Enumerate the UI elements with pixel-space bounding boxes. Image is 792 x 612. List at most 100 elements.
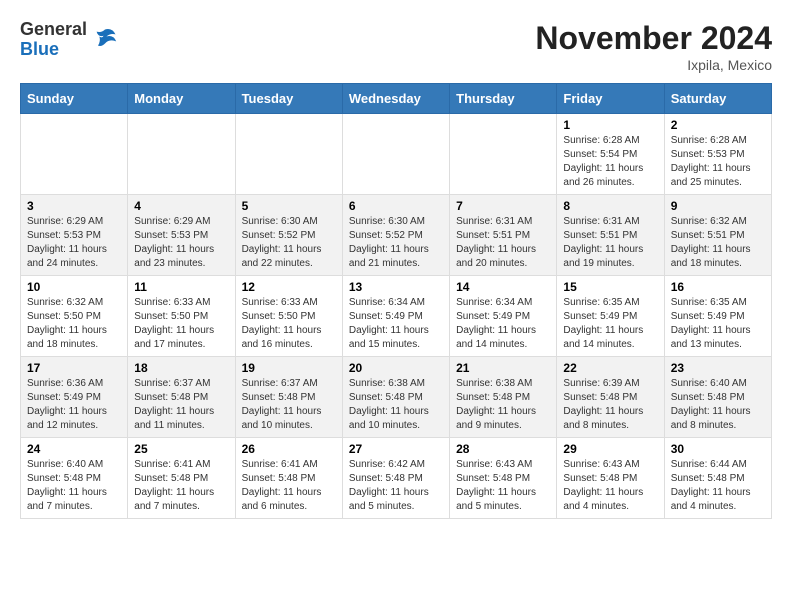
day-number: 8: [563, 199, 657, 213]
calendar-week-row: 10 Sunrise: 6:32 AM Sunset: 5:50 PM Dayli…: [21, 276, 772, 357]
day-info: Sunrise: 6:43 AM Sunset: 5:48 PM Dayligh…: [456, 458, 550, 514]
day-number: 27: [349, 442, 443, 456]
day-number: 15: [563, 280, 657, 294]
day-number: 3: [27, 199, 121, 213]
calendar-cell: [342, 114, 449, 195]
calendar-week-row: 24 Sunrise: 6:40 AM Sunset: 5:48 PM Dayli…: [21, 438, 772, 519]
logo-blue-text: Blue: [20, 40, 87, 60]
day-info: Sunrise: 6:39 AM Sunset: 5:48 PM Dayligh…: [563, 377, 657, 433]
day-number: 28: [456, 442, 550, 456]
day-info: Sunrise: 6:38 AM Sunset: 5:48 PM Dayligh…: [456, 377, 550, 433]
day-number: 7: [456, 199, 550, 213]
day-number: 14: [456, 280, 550, 294]
calendar-week-row: 1 Sunrise: 6:28 AM Sunset: 5:54 PM Daylig…: [21, 114, 772, 195]
calendar-cell: 3 Sunrise: 6:29 AM Sunset: 5:53 PM Daylig…: [21, 195, 128, 276]
day-info: Sunrise: 6:40 AM Sunset: 5:48 PM Dayligh…: [671, 377, 765, 433]
calendar-cell: 1 Sunrise: 6:28 AM Sunset: 5:54 PM Daylig…: [557, 114, 664, 195]
calendar-cell: 14 Sunrise: 6:34 AM Sunset: 5:49 PM Dayli…: [450, 276, 557, 357]
day-number: 13: [349, 280, 443, 294]
calendar-cell: [128, 114, 235, 195]
day-number: 10: [27, 280, 121, 294]
calendar-cell: 2 Sunrise: 6:28 AM Sunset: 5:53 PM Daylig…: [664, 114, 771, 195]
day-info: Sunrise: 6:35 AM Sunset: 5:49 PM Dayligh…: [671, 296, 765, 352]
calendar-cell: 9 Sunrise: 6:32 AM Sunset: 5:51 PM Daylig…: [664, 195, 771, 276]
page-header: General Blue November 2024 Ixpila, Mexic…: [20, 20, 772, 73]
day-info: Sunrise: 6:41 AM Sunset: 5:48 PM Dayligh…: [242, 458, 336, 514]
calendar-week-row: 3 Sunrise: 6:29 AM Sunset: 5:53 PM Daylig…: [21, 195, 772, 276]
day-number: 17: [27, 361, 121, 375]
day-info: Sunrise: 6:40 AM Sunset: 5:48 PM Dayligh…: [27, 458, 121, 514]
day-info: Sunrise: 6:31 AM Sunset: 5:51 PM Dayligh…: [563, 215, 657, 271]
calendar-week-row: 17 Sunrise: 6:36 AM Sunset: 5:49 PM Dayli…: [21, 357, 772, 438]
day-number: 29: [563, 442, 657, 456]
day-info: Sunrise: 6:29 AM Sunset: 5:53 PM Dayligh…: [134, 215, 228, 271]
day-number: 20: [349, 361, 443, 375]
day-info: Sunrise: 6:32 AM Sunset: 5:50 PM Dayligh…: [27, 296, 121, 352]
day-info: Sunrise: 6:28 AM Sunset: 5:54 PM Dayligh…: [563, 134, 657, 190]
day-info: Sunrise: 6:30 AM Sunset: 5:52 PM Dayligh…: [242, 215, 336, 271]
day-of-week-header: Sunday: [21, 84, 128, 114]
logo-bird-icon: [91, 26, 119, 54]
day-number: 11: [134, 280, 228, 294]
day-info: Sunrise: 6:30 AM Sunset: 5:52 PM Dayligh…: [349, 215, 443, 271]
day-info: Sunrise: 6:32 AM Sunset: 5:51 PM Dayligh…: [671, 215, 765, 271]
day-number: 23: [671, 361, 765, 375]
day-number: 6: [349, 199, 443, 213]
day-info: Sunrise: 6:43 AM Sunset: 5:48 PM Dayligh…: [563, 458, 657, 514]
calendar-cell: 19 Sunrise: 6:37 AM Sunset: 5:48 PM Dayli…: [235, 357, 342, 438]
calendar-cell: 21 Sunrise: 6:38 AM Sunset: 5:48 PM Dayli…: [450, 357, 557, 438]
day-info: Sunrise: 6:44 AM Sunset: 5:48 PM Dayligh…: [671, 458, 765, 514]
calendar-cell: 5Sunrise: 6:30 AM Sunset: 5:52 PM Daylig…: [235, 195, 342, 276]
calendar-cell: 24 Sunrise: 6:40 AM Sunset: 5:48 PM Dayli…: [21, 438, 128, 519]
calendar-cell: 13 Sunrise: 6:34 AM Sunset: 5:49 PM Dayli…: [342, 276, 449, 357]
day-info: Sunrise: 6:28 AM Sunset: 5:53 PM Dayligh…: [671, 134, 765, 190]
calendar-cell: 28 Sunrise: 6:43 AM Sunset: 5:48 PM Dayli…: [450, 438, 557, 519]
day-number: 25: [134, 442, 228, 456]
title-block: November 2024 Ixpila, Mexico: [535, 20, 772, 73]
day-of-week-header: Saturday: [664, 84, 771, 114]
calendar-cell: 11 Sunrise: 6:33 AM Sunset: 5:50 PM Dayli…: [128, 276, 235, 357]
day-number: 21: [456, 361, 550, 375]
day-number: 2: [671, 118, 765, 132]
calendar-cell: 7Sunrise: 6:31 AM Sunset: 5:51 PM Daylig…: [450, 195, 557, 276]
calendar-cell: 17 Sunrise: 6:36 AM Sunset: 5:49 PM Dayli…: [21, 357, 128, 438]
day-number: 26: [242, 442, 336, 456]
day-number: 1: [563, 118, 657, 132]
day-number: 22: [563, 361, 657, 375]
day-info: Sunrise: 6:37 AM Sunset: 5:48 PM Dayligh…: [134, 377, 228, 433]
calendar-cell: 8 Sunrise: 6:31 AM Sunset: 5:51 PM Daylig…: [557, 195, 664, 276]
calendar-cell: 18 Sunrise: 6:37 AM Sunset: 5:48 PM Dayli…: [128, 357, 235, 438]
calendar-cell: 16Sunrise: 6:35 AM Sunset: 5:49 PM Dayli…: [664, 276, 771, 357]
day-info: Sunrise: 6:34 AM Sunset: 5:49 PM Dayligh…: [456, 296, 550, 352]
day-info: Sunrise: 6:42 AM Sunset: 5:48 PM Dayligh…: [349, 458, 443, 514]
day-number: 9: [671, 199, 765, 213]
day-number: 24: [27, 442, 121, 456]
calendar-cell: 6 Sunrise: 6:30 AM Sunset: 5:52 PM Daylig…: [342, 195, 449, 276]
calendar-cell: 15Sunrise: 6:35 AM Sunset: 5:49 PM Dayli…: [557, 276, 664, 357]
day-info: Sunrise: 6:29 AM Sunset: 5:53 PM Dayligh…: [27, 215, 121, 271]
logo: General Blue: [20, 20, 119, 60]
day-info: Sunrise: 6:33 AM Sunset: 5:50 PM Dayligh…: [242, 296, 336, 352]
page-title: November 2024: [535, 20, 772, 57]
day-info: Sunrise: 6:41 AM Sunset: 5:48 PM Dayligh…: [134, 458, 228, 514]
day-info: Sunrise: 6:38 AM Sunset: 5:48 PM Dayligh…: [349, 377, 443, 433]
calendar-cell: [21, 114, 128, 195]
page-subtitle: Ixpila, Mexico: [535, 57, 772, 73]
calendar-cell: 20 Sunrise: 6:38 AM Sunset: 5:48 PM Dayli…: [342, 357, 449, 438]
day-info: Sunrise: 6:33 AM Sunset: 5:50 PM Dayligh…: [134, 296, 228, 352]
day-info: Sunrise: 6:34 AM Sunset: 5:49 PM Dayligh…: [349, 296, 443, 352]
calendar-cell: 22 Sunrise: 6:39 AM Sunset: 5:48 PM Dayli…: [557, 357, 664, 438]
calendar-cell: 4Sunrise: 6:29 AM Sunset: 5:53 PM Daylig…: [128, 195, 235, 276]
calendar-cell: 29 Sunrise: 6:43 AM Sunset: 5:48 PM Dayli…: [557, 438, 664, 519]
day-number: 19: [242, 361, 336, 375]
calendar-cell: 30Sunrise: 6:44 AM Sunset: 5:48 PM Dayli…: [664, 438, 771, 519]
calendar-cell: 27 Sunrise: 6:42 AM Sunset: 5:48 PM Dayli…: [342, 438, 449, 519]
day-info: Sunrise: 6:37 AM Sunset: 5:48 PM Dayligh…: [242, 377, 336, 433]
logo-general-text: General: [20, 20, 87, 40]
day-info: Sunrise: 6:36 AM Sunset: 5:49 PM Dayligh…: [27, 377, 121, 433]
day-of-week-header: Wednesday: [342, 84, 449, 114]
day-number: 12: [242, 280, 336, 294]
calendar-table: SundayMondayTuesdayWednesdayThursdayFrid…: [20, 83, 772, 519]
day-of-week-header: Tuesday: [235, 84, 342, 114]
day-number: 18: [134, 361, 228, 375]
